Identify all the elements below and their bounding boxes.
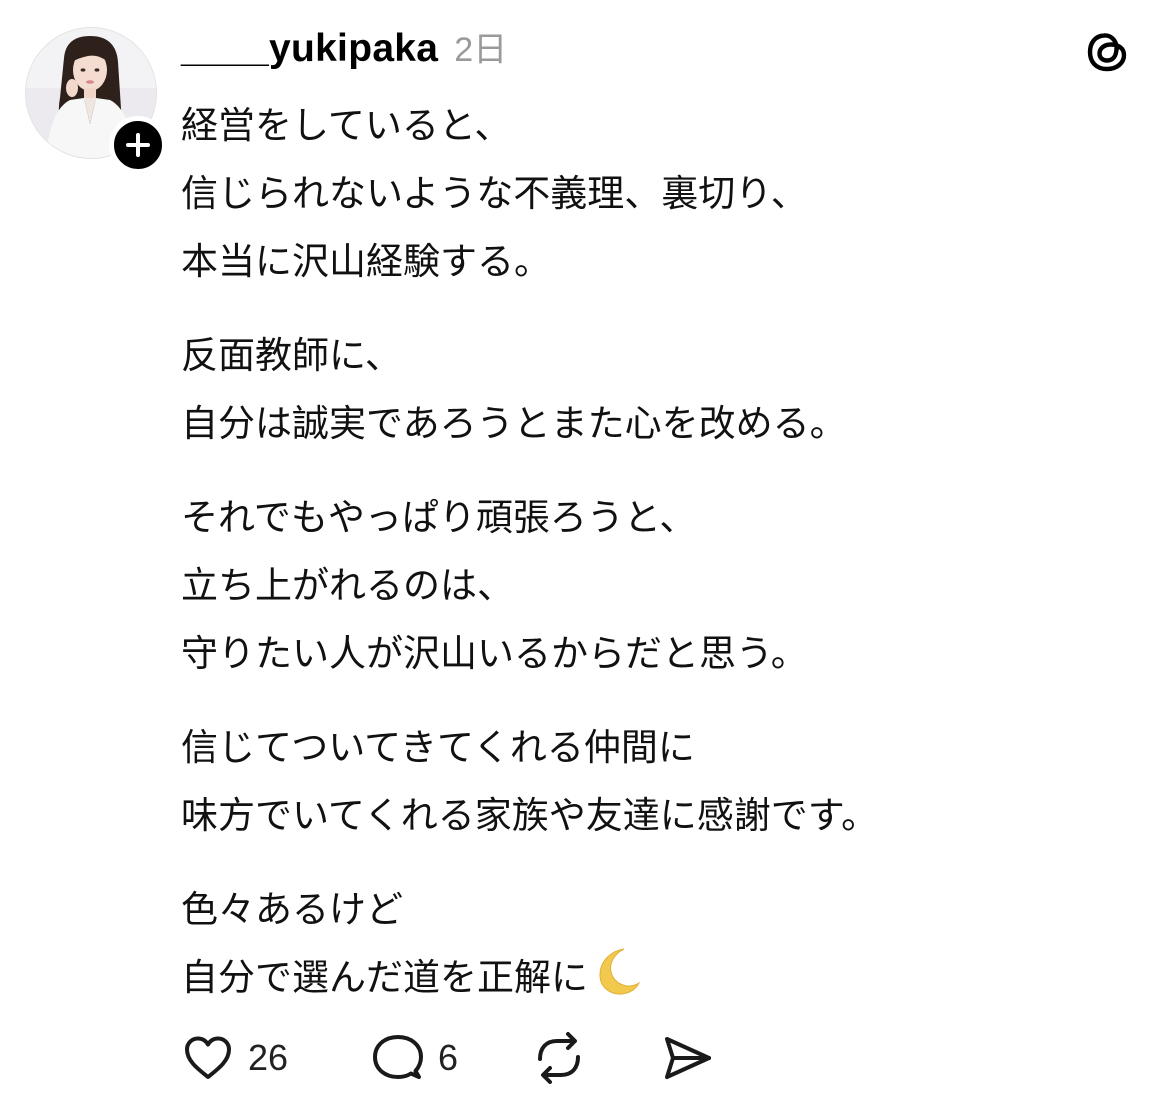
text-line: 味方でいてくれる家族や友達に感謝です。 bbox=[181, 794, 879, 837]
paragraph: 信じてついてきてくれる仲間に 味方でいてくれる家族や友達に感謝です。 bbox=[181, 714, 1141, 850]
text-line-content: 自分で選んだ道を正解に bbox=[181, 956, 588, 999]
text-line: 自分は誠実であろうとまた心を改める。 bbox=[181, 402, 847, 445]
text-line: それでもやっぱり頑張ろうと、 bbox=[181, 496, 697, 539]
paragraph: 反面教師に、 自分は誠実であろうとまた心を改める。 bbox=[181, 322, 1141, 458]
text-line: 信じられないような不義理、裏切り、 bbox=[181, 172, 808, 215]
comment-button[interactable]: 6 bbox=[370, 1026, 530, 1090]
heart-icon bbox=[185, 1036, 231, 1079]
post-header: ____yukipaka 2日 bbox=[181, 22, 507, 72]
post-actions: 26 6 bbox=[180, 1026, 714, 1090]
text-line: 本当に沢山経験する。 bbox=[181, 240, 551, 283]
follow-button[interactable] bbox=[109, 116, 167, 174]
text-line: 反面教師に、 bbox=[181, 334, 402, 377]
text-line: 経営をしていると、 bbox=[181, 104, 512, 147]
threads-logo-icon bbox=[1080, 24, 1134, 78]
text-line: 守りたい人が沢山いるからだと思う。 bbox=[181, 632, 808, 675]
threads-post: ____yukipaka 2日 経営をしていると、 信じられないような不義理、裏… bbox=[0, 0, 1170, 1118]
comment-count: 6 bbox=[438, 1037, 459, 1078]
repost-button[interactable] bbox=[530, 1026, 658, 1090]
post-body: 経営をしていると、 信じられないような不義理、裏切り、 本当に沢山経験する。 反… bbox=[181, 92, 1141, 1046]
paragraph: それでもやっぱり頑張ろうと、 立ち上がれるのは、 守りたい人が沢山いるからだと思… bbox=[181, 484, 1141, 688]
text-line: 信じてついてきてくれる仲間に bbox=[181, 726, 695, 769]
text-line-last: 自分で選んだ道を正解に bbox=[181, 944, 1141, 1020]
share-button[interactable] bbox=[658, 1026, 714, 1090]
like-button[interactable]: 26 bbox=[180, 1026, 370, 1090]
repost-icon bbox=[538, 1032, 580, 1084]
send-icon bbox=[665, 1037, 711, 1079]
text-line: 色々あるけど bbox=[181, 888, 403, 931]
like-count: 26 bbox=[248, 1037, 289, 1078]
username[interactable]: ____yukipaka bbox=[181, 27, 438, 71]
plus-icon bbox=[126, 133, 150, 157]
comment-bubble-icon bbox=[373, 1035, 423, 1079]
timestamp: 2日 bbox=[454, 31, 508, 69]
paragraph: 経営をしていると、 信じられないような不義理、裏切り、 本当に沢山経験する。 bbox=[181, 92, 1141, 296]
paragraph: 色々あるけど 自分で選んだ道を正解に bbox=[181, 876, 1141, 1020]
avatar-container[interactable] bbox=[25, 27, 167, 174]
text-line: 立ち上がれるのは、 bbox=[181, 564, 514, 607]
crescent-moon-icon bbox=[590, 944, 644, 1020]
